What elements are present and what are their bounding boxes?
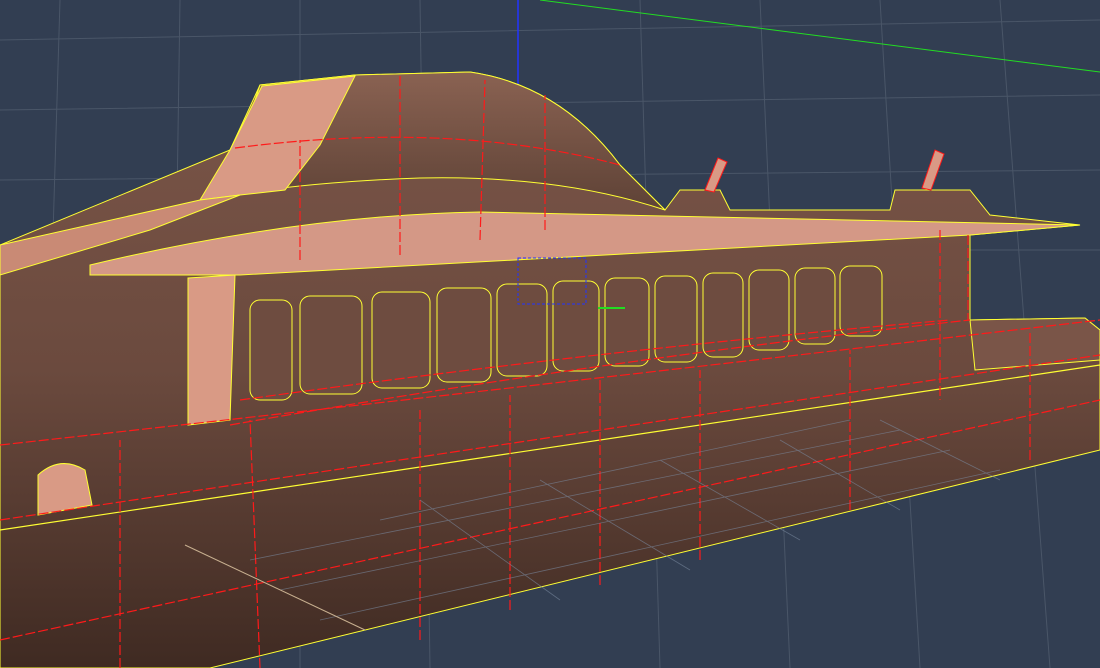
window	[249, 299, 293, 401]
window	[654, 275, 698, 363]
viewport-canvas[interactable]	[0, 0, 1100, 668]
3d-viewport[interactable]	[0, 0, 1100, 668]
window	[839, 265, 883, 337]
window	[436, 287, 492, 383]
exhaust-stack-1	[704, 157, 728, 193]
cabin-front-pillar	[187, 274, 236, 426]
window	[702, 272, 744, 358]
window	[604, 277, 650, 367]
window	[748, 269, 790, 351]
window	[371, 291, 431, 389]
exhaust-stack-2	[921, 149, 945, 191]
x-axis-line	[539, 0, 1100, 73]
window	[299, 295, 363, 395]
